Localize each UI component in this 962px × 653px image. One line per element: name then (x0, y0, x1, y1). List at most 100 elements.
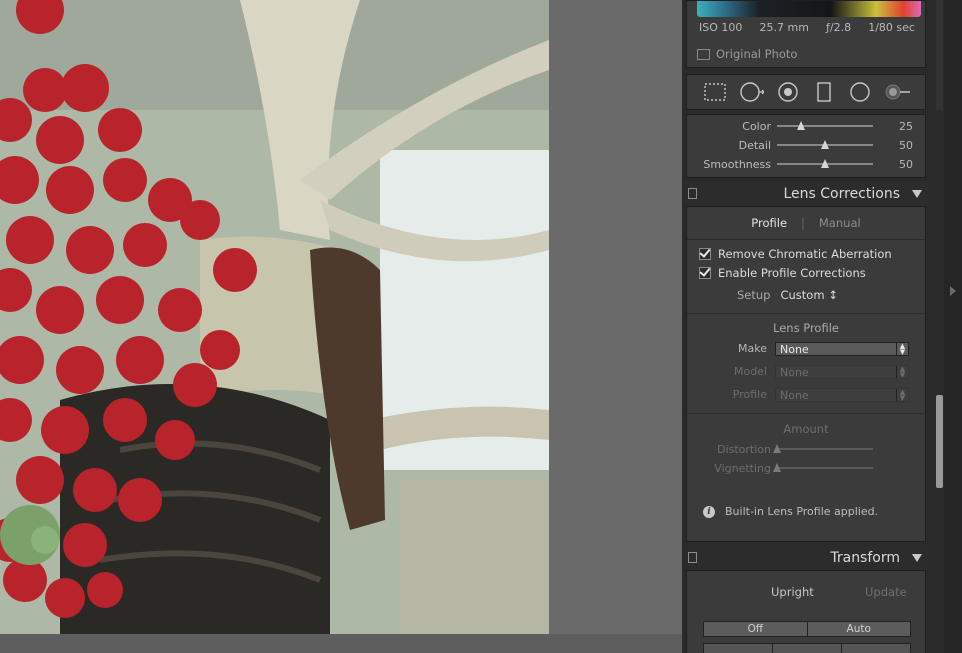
smoothness-label: Smoothness (703, 157, 771, 171)
auto-button[interactable]: Auto (806, 622, 910, 636)
photo-preview[interactable] (0, 0, 549, 634)
lens-profile-heading: Lens Profile (773, 321, 839, 335)
detail-value[interactable]: 50 (899, 139, 913, 152)
red-eye-icon[interactable] (775, 81, 801, 103)
transform-header[interactable]: Transform (686, 545, 928, 570)
info-text: Built-in Lens Profile applied. (725, 505, 879, 518)
photo-canvas (0, 0, 682, 653)
amount-heading: Amount (783, 422, 829, 436)
panel-edge (944, 0, 962, 653)
setup-arrows-icon: ↕ (828, 288, 838, 302)
distortion-slider-row[interactable]: Distortion (687, 440, 925, 458)
tool-strip (686, 74, 926, 110)
lens-corrections-header[interactable]: Lens Corrections (686, 181, 928, 206)
make-label: Make (738, 342, 767, 355)
model-select[interactable]: None ▲ ▼ (775, 365, 909, 379)
off-button[interactable]: Off (704, 622, 807, 636)
detail-slider-thumb[interactable] (821, 140, 829, 149)
level-button[interactable] (704, 644, 772, 653)
smoothness-slider-thumb[interactable] (821, 159, 829, 168)
collapse-triangle-icon[interactable] (912, 189, 922, 198)
profile-row: Profile None ▲ ▼ (687, 388, 925, 404)
panel-switch-icon[interactable] (688, 188, 697, 199)
noise-reduction-panel: Color 25 Detail 50 Smoothness 50 (686, 114, 926, 178)
collapse-triangle-icon[interactable] (912, 553, 922, 562)
original-photo-checkbox[interactable] (697, 48, 710, 60)
distortion-slider-thumb[interactable] (773, 444, 781, 453)
enable-profile-option[interactable]: Enable Profile Corrections (699, 266, 866, 280)
distortion-label: Distortion (717, 442, 771, 456)
smoothness-slider-track[interactable] (777, 159, 873, 168)
original-photo-label: Original Photo (716, 47, 798, 61)
develop-right-panel: ISO 100 25.7 mm ƒ/2.8 1/80 sec Original … (682, 0, 962, 653)
full-button[interactable] (841, 644, 910, 653)
remove-ca-checkbox[interactable] (699, 248, 711, 260)
upright-label: Upright (771, 585, 814, 599)
shutter-speed: 1/80 sec (868, 21, 915, 34)
remove-ca-label: Remove Chromatic Aberration (718, 247, 892, 261)
info-icon: i (703, 505, 715, 518)
scrollbar-upper-track (936, 0, 943, 110)
detail-slider-track[interactable] (777, 140, 873, 149)
remove-ca-option[interactable]: Remove Chromatic Aberration (699, 247, 892, 261)
exif-info: ISO 100 25.7 mm ƒ/2.8 1/80 sec (699, 21, 915, 34)
vignetting-slider-thumb[interactable] (773, 463, 781, 472)
make-select[interactable]: None ▲ ▼ (775, 342, 909, 356)
update-button[interactable]: Update (865, 585, 907, 599)
make-row: Make None ▲ ▼ (687, 342, 925, 358)
profile-value: None (780, 389, 809, 402)
lens-info-message: i Built-in Lens Profile applied. (703, 505, 878, 518)
iso-value: ISO 100 (699, 21, 743, 34)
updown-arrows-icon: ▲ ▼ (896, 343, 908, 356)
updown-arrows-icon: ▲ ▼ (896, 366, 908, 379)
enable-profile-checkbox[interactable] (699, 267, 711, 279)
panel-scrollbar[interactable] (934, 0, 944, 653)
updown-arrows-icon: ▲ ▼ (896, 389, 908, 402)
divider (687, 313, 925, 314)
transform-title: Transform (830, 549, 900, 566)
color-value[interactable]: 25 (899, 120, 913, 133)
crop-overlay-icon[interactable] (702, 81, 728, 103)
scrollbar-thumb[interactable] (936, 395, 943, 488)
lens-corrections-panel: Profile | Manual Remove Chromatic Aberra… (686, 206, 926, 542)
vignetting-slider-track[interactable] (773, 463, 873, 472)
setup-select[interactable]: Custom ↕ (780, 288, 837, 302)
profile-label: Profile (732, 388, 767, 401)
vignetting-slider-row[interactable]: Vignetting (687, 459, 925, 477)
tab-profile[interactable]: Profile (751, 216, 787, 230)
original-photo-toggle[interactable]: Original Photo (697, 47, 797, 61)
setup-row: Setup Custom ↕ (737, 288, 838, 302)
lens-tabs: Profile | Manual (687, 207, 925, 240)
histogram-panel: ISO 100 25.7 mm ƒ/2.8 1/80 sec Original … (686, 0, 926, 68)
upright-mode-buttons-row2 (703, 643, 911, 653)
histogram[interactable] (697, 1, 921, 17)
model-value: None (780, 366, 809, 379)
make-value: None (780, 343, 809, 356)
panel-switch-icon[interactable] (688, 552, 697, 563)
graduated-filter-icon[interactable] (811, 81, 837, 103)
color-label: Color (742, 119, 771, 133)
detail-slider-row[interactable]: Detail 50 (687, 136, 925, 154)
adjustment-brush-icon[interactable] (884, 81, 910, 103)
tab-manual[interactable]: Manual (819, 216, 861, 230)
enable-profile-label: Enable Profile Corrections (718, 266, 866, 280)
spot-removal-icon[interactable] (738, 81, 765, 103)
smoothness-slider-row[interactable]: Smoothness 50 (687, 155, 925, 173)
aperture: ƒ/2.8 (826, 21, 852, 34)
vertical-button[interactable] (772, 644, 841, 653)
lens-corrections-title: Lens Corrections (783, 185, 900, 202)
profile-select[interactable]: None ▲ ▼ (775, 388, 909, 402)
detail-label: Detail (738, 138, 771, 152)
color-slider-thumb[interactable] (797, 121, 805, 130)
color-slider-row[interactable]: Color 25 (687, 117, 925, 135)
smoothness-value[interactable]: 50 (899, 158, 913, 171)
setup-label: Setup (737, 288, 771, 302)
distortion-slider-track[interactable] (773, 444, 873, 453)
panel-toggle-arrow-icon[interactable] (950, 286, 956, 296)
transform-panel: Upright Update Off Auto (686, 570, 926, 653)
radial-filter-icon[interactable] (847, 81, 873, 103)
color-slider-track[interactable] (777, 121, 873, 130)
model-label: Model (733, 365, 767, 378)
upright-mode-buttons: Off Auto (703, 621, 911, 637)
filmstrip-edge (0, 634, 682, 653)
